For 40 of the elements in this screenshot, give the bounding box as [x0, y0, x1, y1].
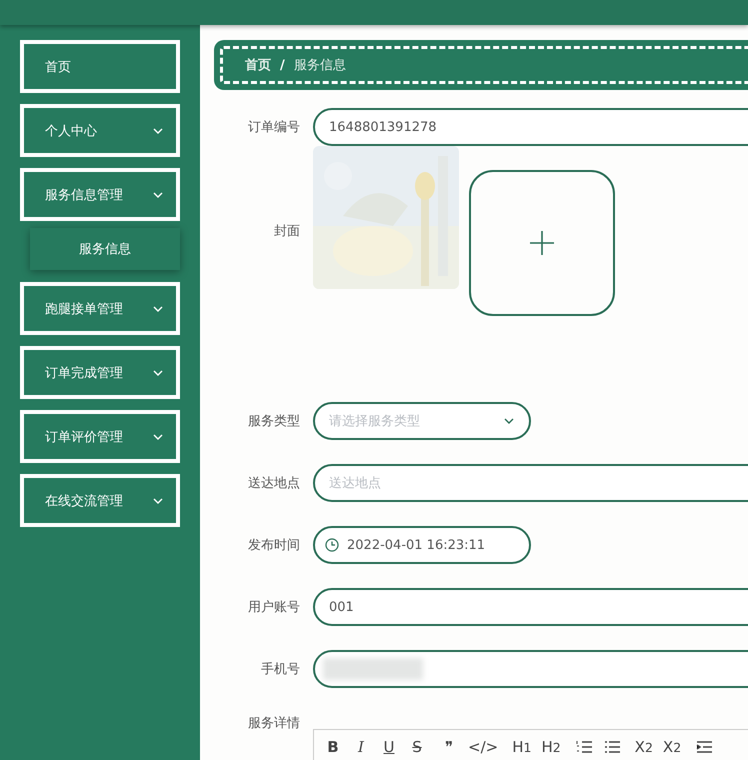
- chevron-down-icon: [503, 416, 515, 426]
- input-field[interactable]: 送达地点: [313, 464, 748, 502]
- menu-item[interactable]: 在线交流管理: [20, 474, 180, 527]
- chevron-down-icon: [152, 368, 164, 378]
- input-field[interactable]: 001: [313, 588, 748, 626]
- toolbar-button[interactable]: S: [408, 738, 426, 756]
- chevron-down-icon: [152, 432, 164, 442]
- menu-item[interactable]: 服务信息管理: [20, 168, 180, 221]
- menu-item[interactable]: 个人中心: [20, 104, 180, 157]
- date-field[interactable]: 2022-04-01 16:23:11: [313, 526, 531, 564]
- field-label: 手机号: [260, 661, 300, 678]
- breadcrumb-separator: /: [280, 58, 285, 72]
- toolbar-button[interactable]: B: [324, 738, 342, 756]
- numbered-list-icon[interactable]: [574, 738, 593, 756]
- input-field[interactable]: 1648801391278: [313, 108, 748, 146]
- toolbar-button[interactable]: ❞: [440, 738, 458, 756]
- field-label: 发布时间: [247, 537, 300, 554]
- chevron-down-icon: [152, 190, 164, 200]
- field-label: 订单编号: [247, 119, 300, 136]
- breadcrumb-link[interactable]: 首页: [245, 56, 271, 74]
- menu-item[interactable]: 跑腿接单管理: [20, 282, 180, 335]
- submenu-item[interactable]: 服务信息: [30, 228, 180, 270]
- toolbar-button[interactable]: I: [352, 738, 370, 756]
- clock-icon: [325, 538, 339, 552]
- menu-item[interactable]: 首页: [20, 40, 180, 93]
- field-label: 用户账号: [247, 599, 300, 616]
- breadcrumb-link[interactable]: 服务信息: [294, 56, 346, 74]
- chevron-down-icon: [152, 496, 164, 506]
- upload-button[interactable]: [469, 170, 615, 316]
- toolbar-button[interactable]: U: [380, 738, 398, 756]
- field-label: 服务详情: [247, 715, 300, 732]
- field-label: 送达地点: [247, 475, 300, 492]
- menu-item[interactable]: 订单评价管理: [20, 410, 180, 463]
- plus-icon: [529, 230, 555, 256]
- field-label: 封面: [273, 223, 300, 240]
- menu-item[interactable]: 订单完成管理: [20, 346, 180, 399]
- field-label: 服务类型: [247, 413, 300, 430]
- toolbar-button[interactable]: </>: [468, 738, 498, 756]
- chevron-down-icon: [152, 304, 164, 314]
- chevron-down-icon: [152, 126, 164, 136]
